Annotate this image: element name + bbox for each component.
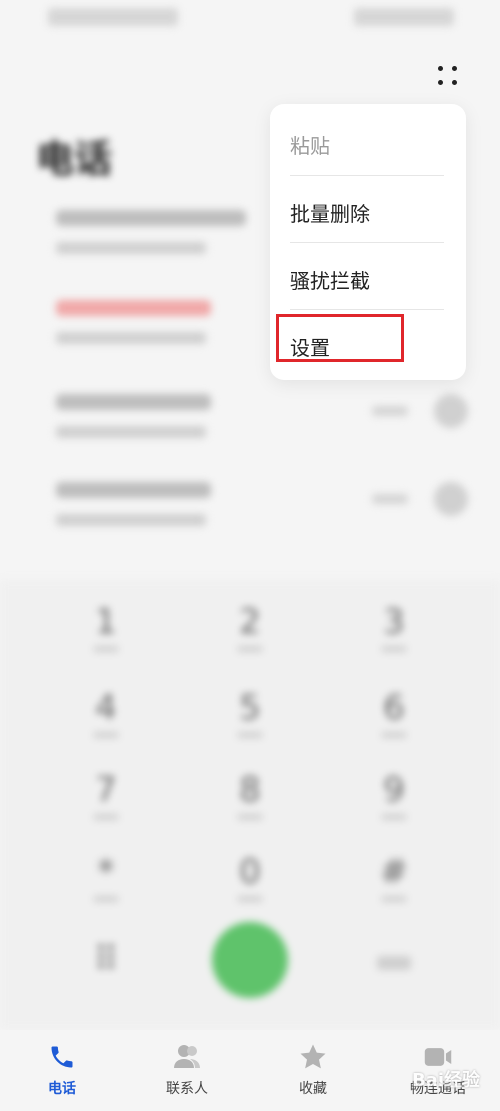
dial-key[interactable]: 8 bbox=[220, 770, 280, 820]
nav-tab-contacts[interactable]: 联系人 bbox=[142, 1042, 232, 1098]
dial-key[interactable]: 7 bbox=[76, 770, 136, 820]
dial-key[interactable]: 6 bbox=[364, 688, 424, 738]
nav-tab-label: 收藏 bbox=[299, 1081, 327, 1097]
dial-key[interactable]: * bbox=[76, 852, 136, 902]
star-icon bbox=[298, 1042, 328, 1072]
menu-item-label: 粘贴 bbox=[290, 134, 330, 158]
settings-highlight-box bbox=[276, 314, 404, 362]
backspace-icon[interactable] bbox=[364, 944, 424, 970]
contacts-icon bbox=[172, 1042, 202, 1072]
status-bar bbox=[0, 0, 500, 40]
dial-key[interactable]: 0 bbox=[220, 852, 280, 902]
nav-tab-favorites[interactable]: 收藏 bbox=[268, 1042, 358, 1098]
watermark: Bai经验 bbox=[411, 1070, 480, 1091]
nav-tab-label: 联系人 bbox=[166, 1081, 208, 1097]
dial-key[interactable]: 4 bbox=[76, 688, 136, 738]
nav-tab-label: 电话 bbox=[48, 1081, 76, 1097]
call-button[interactable] bbox=[212, 922, 288, 998]
dialpad-menu-icon[interactable]: ⠿ bbox=[76, 940, 136, 980]
dial-key[interactable]: 1 bbox=[76, 602, 136, 652]
menu-item-paste[interactable]: 粘贴 bbox=[290, 108, 446, 174]
menu-item-harassment-block[interactable]: 骚扰拦截 bbox=[290, 243, 446, 309]
dial-key[interactable]: 5 bbox=[220, 688, 280, 738]
menu-item-batch-delete[interactable]: 批量删除 bbox=[290, 176, 446, 242]
more-options-icon[interactable] bbox=[432, 60, 468, 90]
phone-icon bbox=[47, 1042, 77, 1072]
dial-key[interactable]: 9 bbox=[364, 770, 424, 820]
dial-key[interactable]: 3 bbox=[364, 602, 424, 652]
menu-item-label: 批量删除 bbox=[290, 202, 370, 226]
call-log-row[interactable] bbox=[56, 394, 476, 464]
nav-tab-phone[interactable]: 电话 bbox=[17, 1042, 107, 1098]
dial-key[interactable]: # bbox=[364, 852, 424, 902]
status-bar-left bbox=[48, 8, 178, 26]
page-title: 电话 bbox=[36, 137, 113, 181]
menu-item-label: 骚扰拦截 bbox=[290, 269, 370, 293]
dial-key[interactable]: 2 bbox=[220, 602, 280, 652]
status-bar-right bbox=[354, 8, 454, 26]
call-log-row[interactable] bbox=[56, 482, 476, 552]
